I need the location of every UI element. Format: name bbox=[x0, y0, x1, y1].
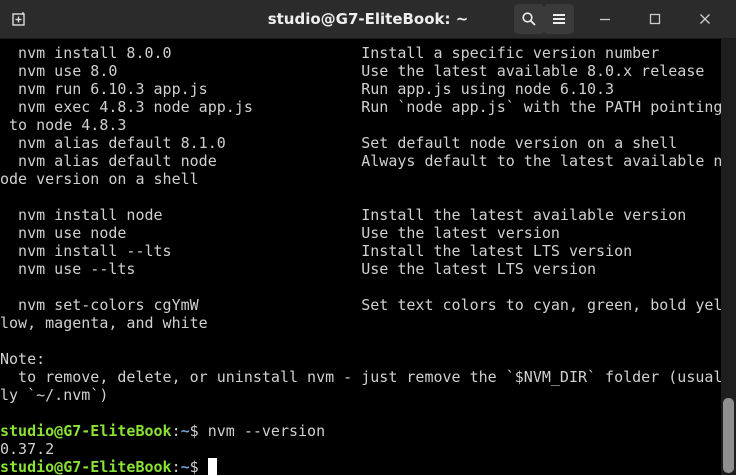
hamburger-menu-icon bbox=[553, 14, 565, 24]
scrollbar-thumb[interactable] bbox=[723, 398, 734, 473]
maximize-button[interactable] bbox=[640, 4, 670, 34]
terminal-line: ode version on a shell bbox=[0, 170, 199, 188]
prompt-command: nvm --version bbox=[207, 422, 326, 440]
scrollbar[interactable] bbox=[721, 38, 736, 475]
terminal-line: nvm exec 4.8.3 node app.js Run `node app… bbox=[0, 98, 721, 116]
prompt-path: ~ bbox=[180, 422, 190, 440]
minimize-icon bbox=[600, 18, 610, 21]
search-button[interactable] bbox=[514, 4, 544, 34]
active-prompt-line[interactable]: studio@G7-EliteBook:~$ bbox=[0, 458, 721, 475]
prompt-separator: : bbox=[171, 422, 181, 440]
prompt-path: ~ bbox=[180, 458, 190, 475]
close-button[interactable] bbox=[690, 4, 720, 34]
maximize-icon bbox=[649, 13, 661, 25]
terminal-line: nvm alias default node Always default to… bbox=[0, 152, 721, 170]
terminal-line: nvm install node Install the latest avai… bbox=[0, 206, 687, 224]
minimize-button[interactable] bbox=[590, 4, 620, 34]
terminal-line: low, magenta, and white bbox=[0, 314, 208, 332]
title-bar: studio@G7-EliteBook: ~ bbox=[0, 0, 736, 39]
menu-button[interactable] bbox=[544, 4, 574, 34]
command-output: 0.37.2 bbox=[0, 440, 55, 458]
terminal-line: Note: bbox=[0, 350, 46, 368]
terminal-line: nvm use node Use the latest version bbox=[0, 224, 560, 242]
terminal-line: nvm alias default 8.1.0 Set default node… bbox=[0, 134, 678, 152]
prompt-user: studio@G7-EliteBook bbox=[0, 422, 172, 440]
terminal-line: ly `~/.nvm`) bbox=[0, 386, 109, 404]
terminal-output[interactable]: nvm install 8.0.0 Install a specific ver… bbox=[0, 38, 721, 475]
prompt-separator: : bbox=[171, 458, 181, 475]
close-icon bbox=[700, 14, 710, 24]
terminal-line: nvm use --lts Use the latest LTS version bbox=[0, 260, 597, 278]
terminal-line: nvm set-colors cgYmW Set text colors to … bbox=[0, 296, 721, 314]
prompt-symbol: $ bbox=[189, 422, 208, 440]
terminal-line: to remove, delete, or uninstall nvm - ju… bbox=[0, 368, 721, 386]
text-cursor bbox=[207, 458, 217, 475]
prompt-line: studio@G7-EliteBook:~$ nvm --version bbox=[0, 422, 721, 440]
terminal-line: to node 4.8.3 bbox=[0, 116, 127, 134]
prompt-symbol: $ bbox=[189, 458, 208, 475]
search-icon bbox=[522, 12, 536, 26]
window-title: studio@G7-EliteBook: ~ bbox=[267, 10, 469, 28]
terminal-line: nvm install 8.0.0 Install a specific ver… bbox=[0, 44, 660, 62]
terminal-line: nvm install --lts Install the latest LTS… bbox=[0, 242, 633, 260]
prompt-user: studio@G7-EliteBook bbox=[0, 458, 172, 475]
terminal-line: nvm run 6.10.3 app.js Run app.js using n… bbox=[0, 80, 615, 98]
terminal-line: nvm use 8.0 Use the latest available 8.0… bbox=[0, 62, 705, 80]
